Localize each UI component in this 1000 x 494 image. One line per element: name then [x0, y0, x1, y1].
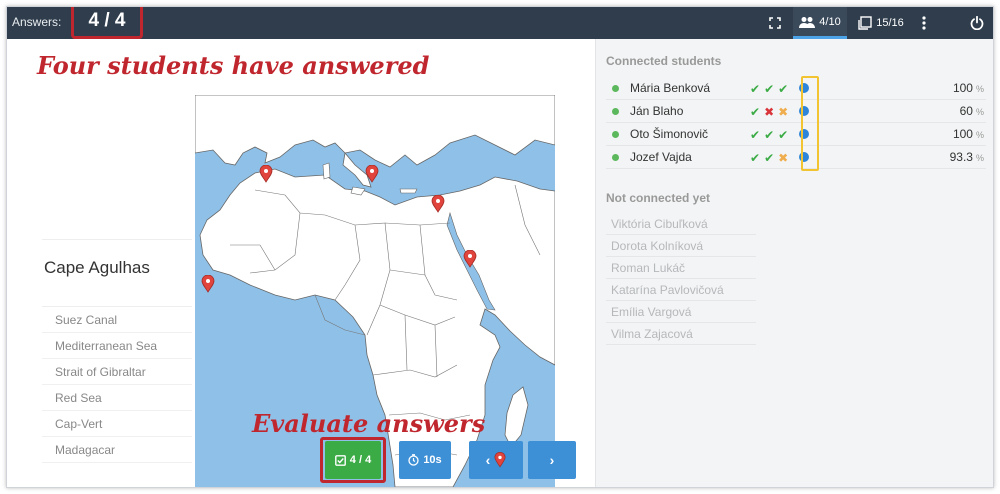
power-button[interactable] — [962, 7, 992, 39]
check-icon: ✔ — [750, 81, 761, 96]
online-status-icon — [612, 108, 619, 115]
student-row[interactable]: Oto Šimonovič ✔ ✔ ✔ 100% — [606, 123, 986, 146]
answer-choice[interactable]: Madagacar — [42, 437, 192, 463]
answer-choices: Suez Canal Mediterranean Sea Strait of G… — [42, 307, 192, 463]
answer-choice[interactable]: Suez Canal — [42, 307, 192, 333]
student-name: Jozef Vajda — [630, 150, 692, 164]
annotation-evaluate: Evaluate answers — [252, 409, 486, 438]
question-box: Cape Agulhas — [42, 239, 192, 307]
answer-choice[interactable]: Strait of Gibraltar — [42, 359, 192, 385]
student-row[interactable]: Jozef Vajda ✔ ✔ ✖ 93.3% — [606, 146, 986, 169]
slides-icon — [858, 16, 872, 30]
chevron-left-icon: ‹ — [485, 452, 491, 468]
students-tab[interactable]: 4/10 — [793, 7, 847, 39]
online-status-icon — [612, 131, 619, 138]
timer-icon — [408, 454, 419, 466]
map-pin-icon[interactable] — [201, 275, 215, 293]
annotation-students-answered: Four students have answered — [37, 51, 430, 80]
check-icon: ✔ — [750, 104, 761, 119]
chevron-right-icon: › — [549, 452, 555, 468]
connected-students-title: Connected students — [606, 54, 722, 68]
power-icon — [970, 16, 984, 30]
student-row[interactable]: Mária Benková ✔ ✔ ✔ 100% — [606, 77, 986, 100]
student-score: 60% — [959, 104, 984, 118]
users-icon — [799, 16, 816, 28]
check-icon: ✔ — [778, 127, 789, 142]
fullscreen-button[interactable] — [762, 7, 788, 39]
timer-button[interactable]: 10s — [399, 441, 451, 479]
more-vertical-icon — [922, 16, 926, 30]
evaluate-count: 4 / 4 — [349, 454, 372, 466]
student-score: 100% — [952, 127, 984, 141]
student-name: Ján Blaho — [630, 104, 684, 118]
check-icon: ✔ — [750, 150, 761, 165]
check-icon: ✔ — [778, 81, 789, 96]
offline-student: Katarína Pavlovičová — [606, 279, 756, 301]
check-icon: ✔ — [750, 127, 761, 142]
map-pin-icon[interactable] — [365, 165, 379, 183]
student-score: 93.3% — [949, 150, 984, 164]
students-panel: Connected students Mária Benková ✔ ✔ ✔ 1… — [595, 39, 993, 487]
current-question-highlight — [801, 76, 819, 171]
app-window: Answers: 4 / 4 4/10 15/16 Four students … — [6, 6, 994, 488]
student-name: Oto Šimonovič — [630, 127, 709, 141]
answer-choice[interactable]: Cap-Vert — [42, 411, 192, 437]
not-connected-title: Not connected yet — [606, 191, 711, 205]
answer-marks: ✔ ✖ ✖ — [750, 100, 788, 123]
offline-student: Vilma Zajacová — [606, 323, 756, 345]
check-icon: ✔ — [764, 127, 775, 142]
student-row[interactable]: Ján Blaho ✔ ✖ ✖ 60% — [606, 100, 986, 123]
fullscreen-icon — [769, 17, 781, 29]
partial-icon: ✖ — [778, 104, 789, 119]
offline-student: Viktória Cibuľková — [606, 213, 756, 235]
previous-button[interactable]: ‹ — [469, 441, 523, 479]
answer-marks: ✔ ✔ ✔ — [750, 77, 788, 100]
answers-label: Answers: — [12, 15, 62, 29]
answer-marks: ✔ ✔ ✖ — [750, 146, 788, 169]
timer-label: 10s — [423, 454, 442, 466]
cross-icon: ✖ — [764, 104, 775, 119]
answer-marks: ✔ ✔ ✔ — [750, 123, 788, 146]
answers-count: 4 / 4 — [71, 7, 143, 39]
map-pin-icon[interactable] — [259, 165, 273, 183]
check-icon: ✔ — [764, 81, 775, 96]
next-button[interactable]: › — [528, 441, 576, 479]
partial-icon: ✖ — [778, 150, 789, 165]
slides-tab[interactable]: 15/16 — [850, 7, 912, 39]
answer-choice[interactable]: Red Sea — [42, 385, 192, 411]
offline-student: Emília Vargová — [606, 301, 756, 323]
more-button[interactable] — [912, 7, 936, 39]
map-pin-icon — [494, 452, 506, 468]
check-square-icon — [334, 454, 346, 466]
map-pin-icon[interactable] — [463, 250, 477, 268]
offline-student: Roman Lukáč — [606, 257, 756, 279]
answer-choice[interactable]: Mediterranean Sea — [42, 333, 192, 359]
question-title: Cape Agulhas — [44, 258, 150, 277]
top-bar: Answers: 4 / 4 4/10 15/16 — [7, 7, 993, 39]
students-count: 4/10 — [819, 15, 841, 28]
offline-student: Dorota Kolníková — [606, 235, 756, 257]
slides-count: 15/16 — [876, 17, 904, 29]
student-name: Mária Benková — [630, 81, 711, 95]
map-pin-icon[interactable] — [431, 195, 445, 213]
student-score: 100% — [952, 81, 984, 95]
evaluate-answers-button[interactable]: 4 / 4 — [325, 441, 381, 479]
check-icon: ✔ — [764, 150, 775, 165]
online-status-icon — [612, 85, 619, 92]
online-status-icon — [612, 154, 619, 161]
